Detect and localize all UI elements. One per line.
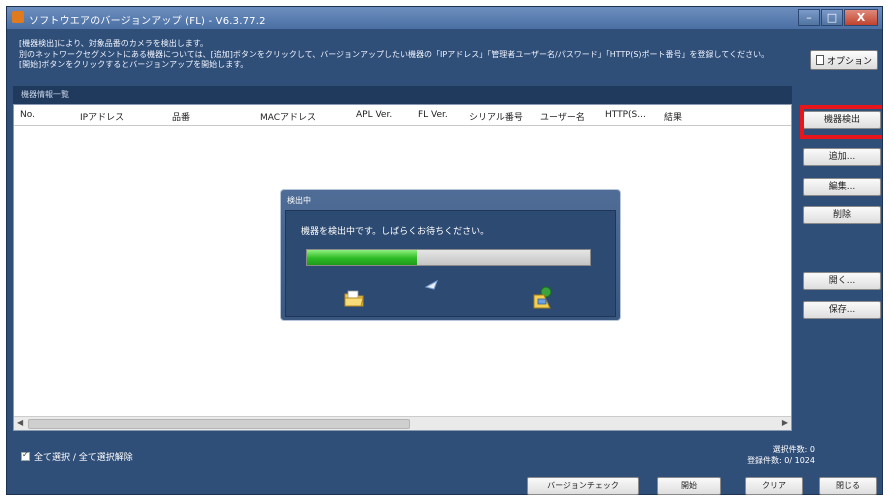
network-device-icon (533, 286, 552, 309)
folder-search-icon (344, 290, 364, 307)
clear-button[interactable]: クリア (745, 477, 803, 495)
device-list-header: 機器情報一覧 (13, 86, 792, 104)
column-ip-address[interactable]: IPアドレス (80, 110, 124, 123)
close-button[interactable]: 閉じる (819, 477, 877, 495)
detecting-dialog: 検出中 機器を検出中です。しばらくお待ちください。 (280, 189, 621, 321)
column-no[interactable]: No. (20, 110, 35, 120)
window-controls: – □ X (797, 9, 878, 27)
scroll-left-icon[interactable]: ◀ (17, 418, 23, 427)
delete-button[interactable]: 削除 (803, 206, 881, 224)
instructions: [機器検出]により、対象品番のカメラを検出します。 別のネットワークセグメントに… (19, 39, 779, 71)
select-all-toggle[interactable]: 全て選択 / 全て選択解除 (21, 450, 133, 463)
registered-count: 登録件数: 0/ 1024 (747, 456, 815, 465)
scroll-right-icon[interactable]: ▶ (782, 418, 788, 427)
selected-count: 選択件数: 0 (772, 445, 815, 454)
close-window-button[interactable]: X (844, 9, 878, 26)
progress-bar (306, 249, 591, 266)
document-icon (815, 55, 824, 65)
add-button[interactable]: 追加... (803, 148, 881, 166)
horizontal-scrollbar[interactable]: ◀ ▶ (14, 416, 791, 430)
edit-button[interactable]: 編集... (803, 178, 881, 196)
version-check-button[interactable]: バージョンチェック (527, 477, 639, 495)
select-all-label: 全て選択 / 全て選択解除 (34, 453, 133, 463)
column-model[interactable]: 品番 (172, 110, 190, 123)
column-serial[interactable]: シリアル番号 (469, 110, 523, 123)
instruction-line-3: [開始]ボタンをクリックするとバージョンアップを開始します。 (19, 60, 249, 69)
options-button[interactable]: オプション (810, 50, 878, 70)
title-bar[interactable]: ソフトウエアのバージョンアップ (FL) - V6.3.77.2 – □ X (7, 7, 882, 29)
save-button[interactable]: 保存... (803, 301, 881, 319)
start-button[interactable]: 開始 (657, 477, 721, 495)
column-fl-ver[interactable]: FL Ver. (418, 110, 448, 120)
column-http-port[interactable]: HTTP(S... (605, 110, 646, 120)
column-mac-address[interactable]: MACアドレス (260, 110, 316, 123)
scrollbar-thumb[interactable] (28, 419, 410, 429)
instruction-line-1: [機器検出]により、対象品番のカメラを検出します。 (19, 39, 208, 48)
count-summary: 選択件数: 0 登録件数: 0/ 1024 (707, 444, 815, 466)
options-label: オプション (826, 56, 872, 67)
maximize-button[interactable]: □ (821, 9, 843, 26)
select-all-checkbox[interactable] (21, 450, 30, 461)
dialog-body: 機器を検出中です。しばらくお待ちください。 (285, 210, 616, 317)
column-apl-ver[interactable]: APL Ver. (356, 110, 392, 120)
open-button[interactable]: 開く... (803, 272, 881, 290)
table-header: No. IPアドレス 品番 MACアドレス APL Ver. FL Ver. シ… (14, 105, 791, 126)
column-username[interactable]: ユーザー名 (540, 110, 585, 123)
progress-fill (307, 250, 418, 265)
dialog-title: 検出中 (287, 196, 311, 205)
window-title: ソフトウエアのバージョンアップ (FL) - V6.3.77.2 (29, 16, 266, 27)
highlight-box (800, 105, 882, 139)
dialog-message: 機器を検出中です。しばらくお待ちください。 (301, 227, 490, 237)
paper-flying-icon (425, 279, 438, 290)
column-result[interactable]: 結果 (664, 110, 682, 123)
instruction-line-2: 別のネットワークセグメントにある機器については、[追加]ボタンをクリックして、バ… (19, 49, 770, 59)
app-icon (12, 11, 24, 23)
minimize-button[interactable]: – (798, 9, 820, 26)
